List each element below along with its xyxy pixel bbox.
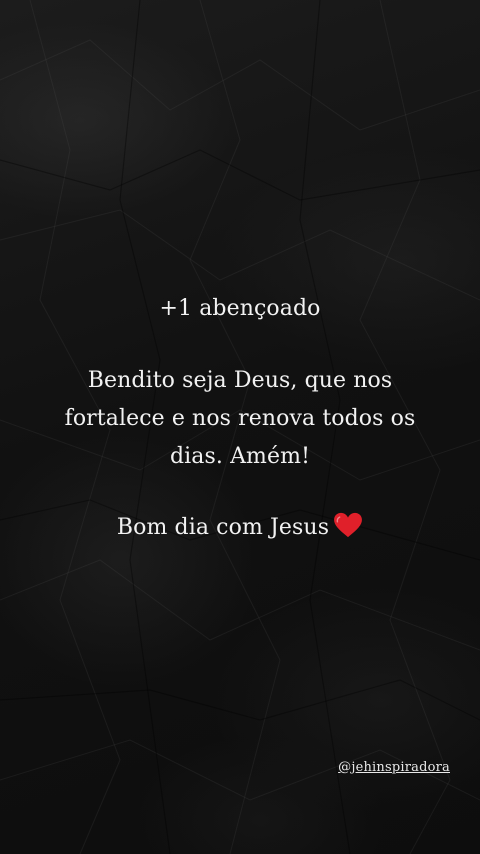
- post-text-block: +1 abençoado Bendito seja Deus, que nos …: [0, 290, 480, 547]
- closing-text: Bom dia com Jesus: [116, 515, 330, 540]
- prayer-line-2: fortalece e nos renova todos os: [64, 406, 416, 431]
- greeting-line: +1 abençoado: [159, 296, 321, 321]
- prayer-line-1: Bendito seja Deus, que nos: [87, 368, 393, 393]
- prayer-line-3: dias. Amém!: [169, 444, 311, 469]
- red-heart-icon: [334, 512, 363, 538]
- author-handle[interactable]: @jehinspiradora: [338, 760, 450, 775]
- closing-line: Bom dia com Jesus: [0, 509, 480, 547]
